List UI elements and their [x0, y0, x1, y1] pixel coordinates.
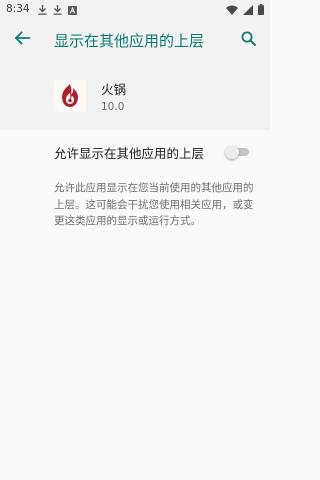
download-icon: [38, 0, 47, 19]
download-icon: [53, 0, 62, 19]
back-button[interactable]: [4, 22, 40, 58]
status-system-icons: [226, 0, 264, 19]
flame-swirl-icon: [62, 84, 78, 107]
app-info-header: 火锅 10.0: [0, 62, 270, 130]
search-icon: [241, 31, 256, 50]
battery-icon: [258, 0, 264, 19]
overlay-permission-row[interactable]: 允许显示在其他应用的上层: [0, 132, 270, 172]
app-bar: 显示在其他应用的上层: [0, 18, 270, 62]
app-icon: [54, 80, 86, 112]
arrow-back-icon: [14, 30, 30, 50]
app-name: 火锅: [101, 82, 127, 97]
overlay-permission-label: 允许显示在其他应用的上层: [54, 145, 205, 161]
app-version: 10.0: [101, 101, 125, 113]
page-title: 显示在其他应用的上层: [54, 31, 205, 50]
signal-icon: [243, 0, 253, 19]
status-bar: 8:34: [0, 0, 270, 18]
app-notification-icon: [67, 0, 77, 19]
overlay-permission-switch[interactable]: [225, 145, 251, 159]
app-meta: 火锅 10.0: [101, 79, 126, 113]
search-button[interactable]: [232, 24, 264, 56]
switch-thumb: [225, 145, 239, 159]
status-time: 8:34: [6, 3, 30, 15]
status-notification-icons: [38, 0, 77, 19]
permission-description: 允许此应用显示在您当前使用的其他应用的上层。这可能会干扰您使用相关应用，或变更这…: [54, 182, 254, 227]
wifi-icon: [226, 0, 238, 19]
